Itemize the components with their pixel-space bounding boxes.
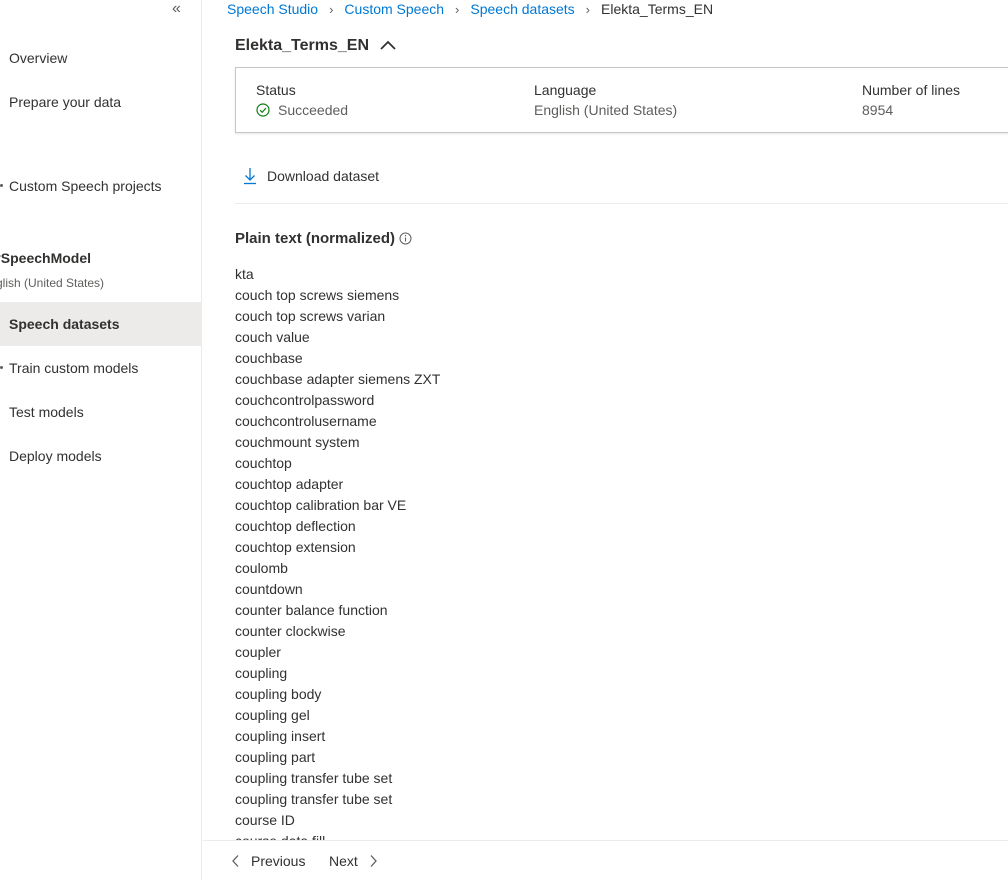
nav-item-label: Test models (9, 404, 84, 420)
status-field: Status Succeeded (256, 82, 348, 118)
nav-item-train-custom-models[interactable]: Train custom models (0, 346, 202, 390)
status-label: Status (256, 82, 296, 98)
list-item: course ID (235, 812, 295, 828)
list-item: couchtop deflection (235, 518, 356, 534)
language-value: English (United States) (534, 102, 678, 118)
language-label: Language (534, 82, 597, 98)
previous-label: Previous (251, 853, 306, 869)
list-item: couchmount system (235, 434, 360, 450)
list-item: couchtop extension (235, 539, 356, 555)
list-item: couch value (235, 329, 310, 345)
list-item: coupling transfer tube set (235, 770, 393, 786)
chevron-up-icon (380, 40, 396, 50)
list-item: course data fill (235, 831, 440, 840)
lines-value: 8954 (862, 102, 894, 118)
list-item: coupling insert (235, 728, 326, 744)
download-dataset-button[interactable]: Download dataset (243, 167, 379, 185)
chevron-left-icon (232, 855, 239, 867)
list-item: counter clockwise (235, 623, 346, 639)
pager-footer: Previous Next (203, 840, 1008, 881)
lines-label: Number of lines (862, 82, 961, 98)
list-item: couchtop adapter (235, 476, 344, 492)
nav-item-label: Speech datasets (9, 316, 120, 332)
collapse-nav-icon[interactable]: « (172, 0, 181, 18)
chevron-right-icon (370, 855, 377, 867)
list-item: couchtop (235, 455, 292, 471)
list-item: coupling (235, 665, 288, 681)
list-item: counter balance function (235, 602, 388, 618)
list-item: couchcontrolusername (235, 413, 377, 429)
success-check-icon (256, 103, 270, 117)
info-icon[interactable] (399, 232, 412, 245)
list-item: couchcontrolpassword (235, 392, 375, 408)
status-value: Succeeded (278, 102, 349, 118)
list-item: countdown (235, 581, 303, 597)
previous-page-button[interactable]: Previous (231, 841, 305, 881)
breadcrumb-link-speech-datasets[interactable]: Speech datasets (470, 1, 574, 17)
download-icon (244, 168, 256, 185)
section-divider (235, 203, 1008, 204)
dataset-title-toggle[interactable]: Elekta_Terms_EN (235, 37, 397, 55)
list-item: couchbase (235, 350, 303, 366)
dataset-summary-card: Status Succeeded Language English (Unite… (235, 67, 1008, 133)
left-nav: « Overview Prepare your data Custom Spee… (0, 0, 202, 880)
breadcrumb-chevron-icon: › (455, 1, 460, 17)
content-section-header: Plain text (normalized) (235, 230, 412, 247)
list-item: coupling gel (235, 707, 310, 723)
list-item: coupler (235, 644, 281, 660)
status-value-row: Succeeded (256, 102, 348, 118)
main-content: Speech Studio › Custom Speech › Speech d… (203, 0, 1008, 881)
breadcrumb-link-custom-speech[interactable]: Custom Speech (344, 1, 444, 17)
breadcrumb-link-speech-studio[interactable]: Speech Studio (227, 1, 318, 17)
nav-item-label: Train custom models (9, 360, 139, 376)
nav-item-custom-speech-projects[interactable]: Custom Speech projects (0, 164, 202, 208)
list-item: coupling body (235, 686, 322, 702)
list-item: coulomb (235, 560, 288, 576)
nav-item-label: Deploy models (9, 448, 102, 464)
nav-dot-icon (0, 366, 3, 369)
breadcrumb-current: Elekta_Terms_EN (601, 1, 714, 17)
nav-item-prepare-data[interactable]: Prepare your data (0, 80, 202, 124)
list-item: couchtop calibration bar VE (235, 497, 407, 513)
nav-item-label: Prepare your data (9, 94, 122, 110)
list-item: coupling transfer tube set (235, 791, 393, 807)
breadcrumb-chevron-icon: › (329, 1, 334, 17)
list-item: couch top screws siemens (235, 287, 400, 303)
list-item: kta (235, 266, 254, 282)
breadcrumb-chevron-icon: › (585, 1, 591, 17)
list-item: couch top screws varian (235, 308, 386, 324)
page-title: Elekta_Terms_EN (235, 37, 369, 54)
dataset-text-list: kta couch top screws siemens couch top scr… (235, 264, 440, 840)
section-title: Plain text (normalized) (235, 230, 396, 247)
list-item: couchbase adapter siemens ZXT (235, 371, 441, 387)
next-page-button[interactable]: Next (329, 841, 378, 881)
project-model-name: ySpeechModel (0, 250, 92, 266)
nav-item-overview[interactable]: Overview (0, 36, 202, 80)
nav-item-label: Custom Speech projects (9, 178, 162, 194)
nav-item-test-models[interactable]: Test models (0, 390, 202, 434)
download-label: Download dataset (267, 168, 380, 184)
nav-item-deploy-models[interactable]: Deploy models (0, 434, 202, 478)
lines-field: Number of lines 8954 (862, 82, 960, 118)
nav-item-label: Overview (9, 50, 68, 66)
language-field: Language English (United States) (534, 82, 677, 118)
next-label: Next (329, 853, 358, 869)
list-item: coupling part (235, 749, 316, 765)
project-model-language: glish (United States) (0, 276, 105, 290)
nav-item-speech-datasets[interactable]: Speech datasets (0, 302, 202, 346)
breadcrumb: Speech Studio › Custom Speech › Speech d… (227, 0, 713, 18)
nav-dot-icon (0, 184, 3, 187)
